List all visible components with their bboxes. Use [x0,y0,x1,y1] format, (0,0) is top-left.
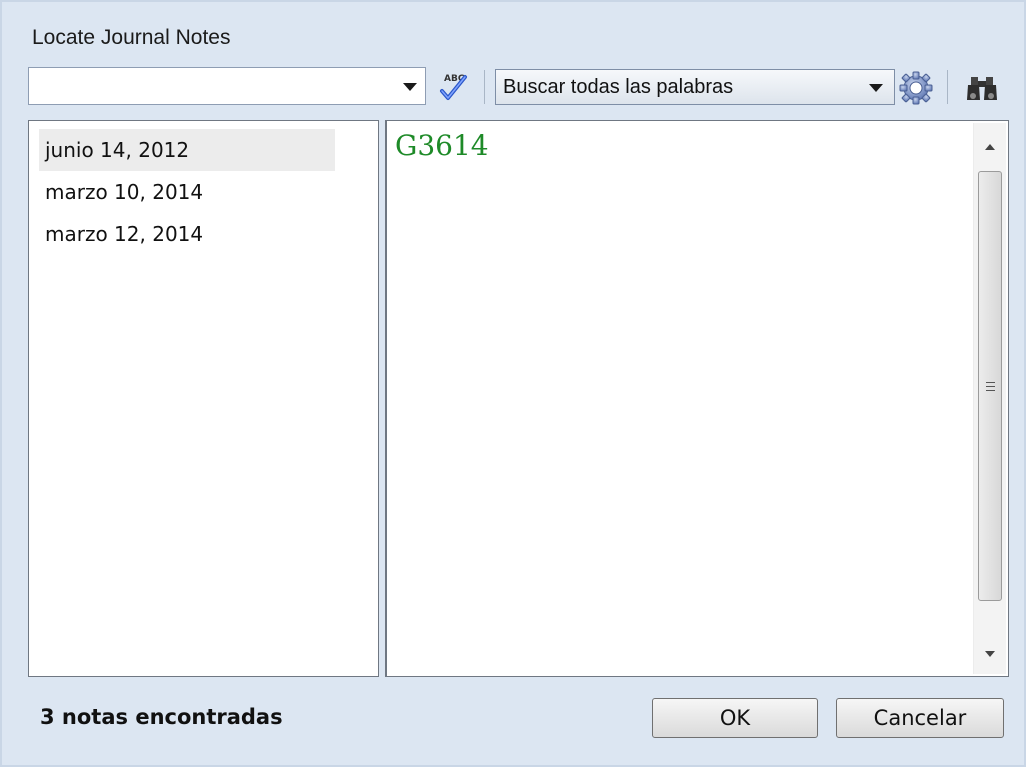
spell-check-button[interactable]: ABC [432,69,470,105]
locate-journal-notes-dialog: Locate Journal Notes ABC Buscar todas la… [0,0,1026,767]
grip-line [986,386,995,387]
cancel-button[interactable]: Cancelar [836,698,1004,738]
scroll-thumb[interactable] [978,171,1002,601]
results-list[interactable]: junio 14, 2012 marzo 10, 2014 marzo 12, … [28,120,379,677]
ok-button[interactable]: OK [652,698,818,738]
grip-line [986,390,995,391]
spell-check-icon: ABC [440,74,467,100]
toolbar-separator [947,70,948,104]
scroll-down-arrow-icon [985,651,995,657]
list-item[interactable]: marzo 10, 2014 [39,171,335,213]
list-item[interactable]: marzo 12, 2014 [39,213,335,255]
search-dropdown-arrow-icon[interactable] [403,83,417,91]
toolbar-separator [484,70,485,104]
chevron-down-icon [869,84,883,92]
binoculars-icon [967,77,997,100]
gear-icon [899,71,933,105]
search-input[interactable] [33,72,397,102]
search-mode-dropdown[interactable]: Buscar todas las palabras [495,69,895,105]
grip-line [986,382,995,383]
note-preview-pane[interactable]: G3614 [385,120,1009,677]
scroll-up-arrow-icon [985,144,995,150]
options-button[interactable] [899,71,933,105]
search-combobox[interactable] [28,67,426,105]
find-button[interactable] [962,73,1002,105]
list-item[interactable]: junio 14, 2012 [39,129,335,171]
scroll-up-button[interactable] [974,123,1006,163]
note-preview-text: G3614 [395,129,489,162]
search-mode-label: Buscar todas las palabras [503,76,734,98]
vertical-scrollbar[interactable] [973,123,1006,674]
results-count-status: 3 notas encontradas [40,705,283,729]
scroll-down-button[interactable] [974,634,1006,674]
dialog-title: Locate Journal Notes [32,26,231,49]
